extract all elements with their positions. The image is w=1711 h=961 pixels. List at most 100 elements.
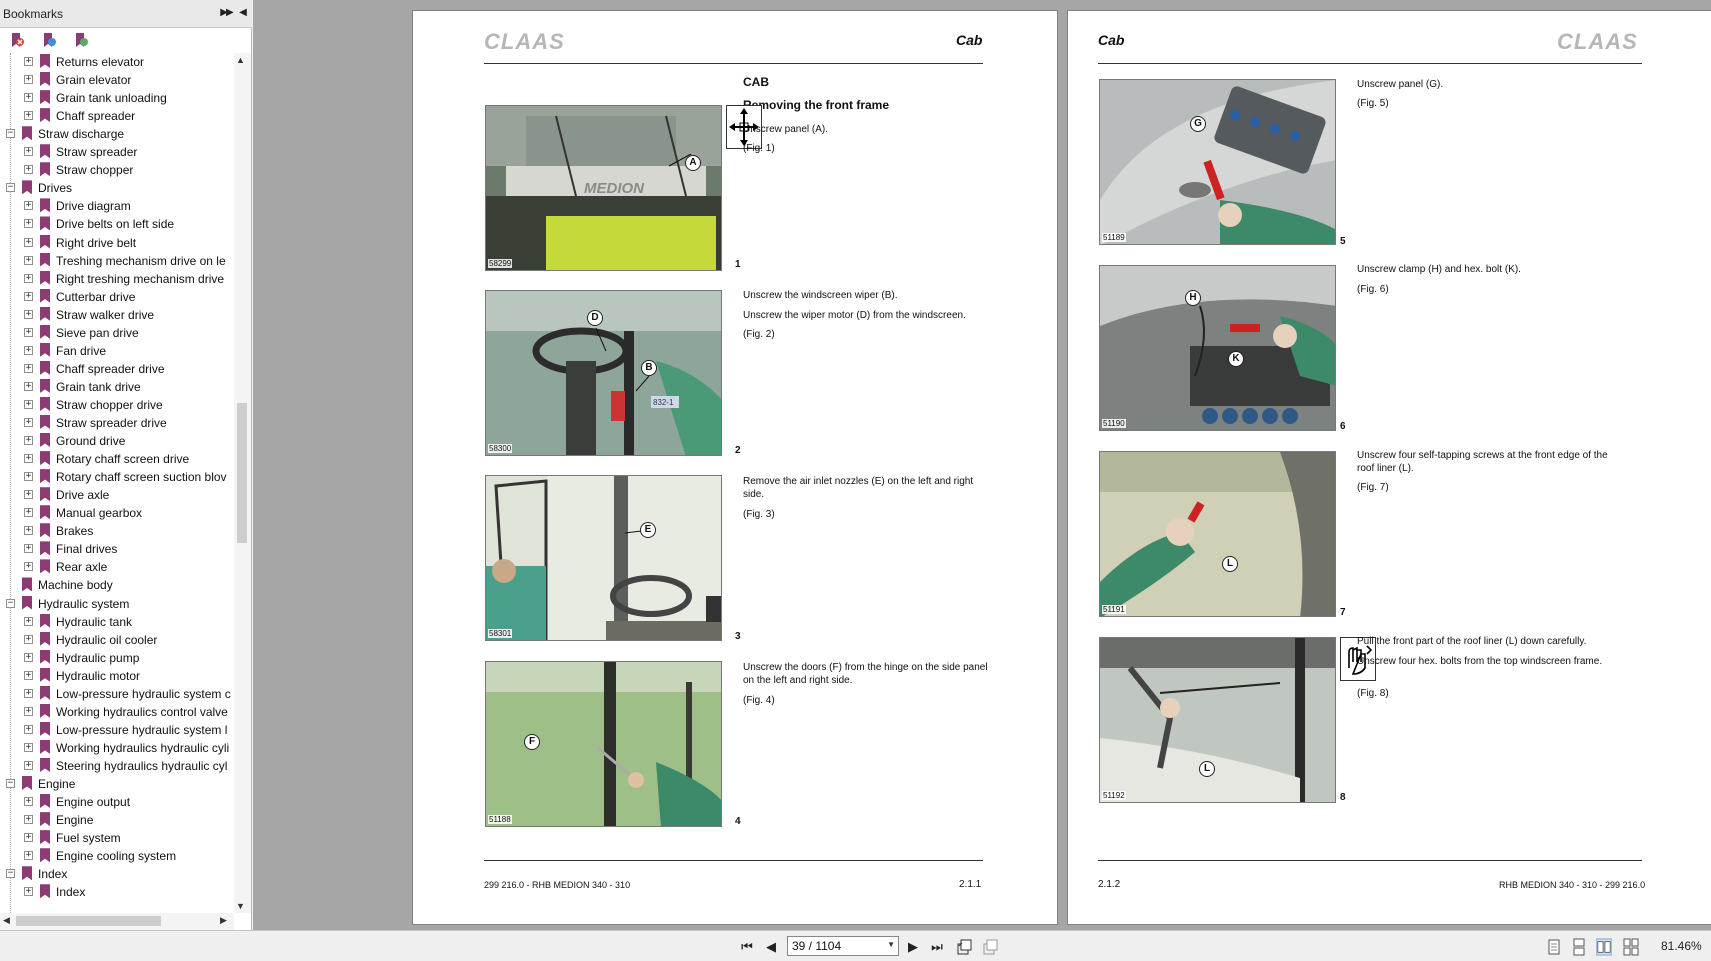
bookmark-item[interactable]: + Ground drive [0, 432, 234, 450]
expand-node-icon[interactable]: + [24, 833, 33, 843]
bookmark-item[interactable]: + Returns elevator [0, 53, 234, 71]
expand-node-icon[interactable]: + [24, 291, 33, 301]
bookmark-item[interactable]: − Engine [0, 775, 234, 793]
continuous-facing-view-icon[interactable] [1623, 938, 1639, 956]
first-page-button[interactable]: ⏮ [738, 938, 756, 956]
collapse-node-icon[interactable]: − [6, 129, 15, 139]
expand-node-icon[interactable]: + [24, 815, 33, 825]
zoom-level[interactable]: 81.46% [1661, 939, 1702, 953]
bookmark-item[interactable]: + Rotary chaff screen drive [0, 450, 234, 468]
expand-node-icon[interactable]: + [24, 797, 33, 807]
bookmark-item[interactable]: + Working hydraulics hydraulic cyli [0, 739, 234, 757]
bookmark-item[interactable]: + Rear axle [0, 558, 234, 576]
bookmark-item[interactable]: + Drive axle [0, 486, 234, 504]
find-bookmark-icon[interactable] [72, 31, 90, 49]
chevron-down-icon[interactable]: ▼ [887, 940, 895, 949]
collapse-node-icon[interactable]: − [6, 183, 15, 193]
bookmark-item[interactable]: + Fuel system [0, 829, 234, 847]
expand-node-icon[interactable]: + [24, 851, 33, 861]
bookmark-item[interactable]: + Cutterbar drive [0, 288, 234, 306]
delete-bookmark-icon[interactable] [8, 31, 26, 49]
bookmark-item[interactable]: + Chaff spreader [0, 107, 234, 125]
bookmark-item[interactable]: + Chaff spreader drive [0, 360, 234, 378]
expand-node-icon[interactable]: + [24, 165, 33, 175]
bookmarks-vertical-scrollbar[interactable]: ▲ ▼ [234, 53, 251, 913]
expand-node-icon[interactable]: + [24, 363, 33, 373]
expand-node-icon[interactable]: + [24, 616, 33, 626]
bookmark-item[interactable]: + Right drive belt [0, 234, 234, 252]
expand-node-icon[interactable]: + [24, 93, 33, 103]
bookmark-item[interactable]: − Straw discharge [0, 125, 234, 143]
expand-node-icon[interactable]: + [24, 237, 33, 247]
expand-node-icon[interactable]: + [24, 706, 33, 716]
continuous-view-icon[interactable] [1571, 938, 1587, 956]
scroll-thumb[interactable] [237, 403, 247, 543]
expand-node-icon[interactable]: + [24, 309, 33, 319]
bookmark-item[interactable]: + Rotary chaff screen suction blov [0, 468, 234, 486]
bookmark-item[interactable]: Machine body [0, 576, 234, 594]
expand-panel-icon[interactable]: ▶▶ [218, 4, 234, 22]
expand-node-icon[interactable]: + [24, 418, 33, 427]
bookmark-item[interactable]: − Hydraulic system [0, 595, 234, 613]
scroll-left-icon[interactable]: ◀ [3, 915, 10, 926]
expand-node-icon[interactable]: + [24, 652, 33, 662]
bookmark-item[interactable]: + Hydraulic oil cooler [0, 631, 234, 649]
expand-node-icon[interactable]: + [24, 688, 33, 698]
bookmark-item[interactable]: + Engine output [0, 793, 234, 811]
bookmark-item[interactable]: + Drive belts on left side [0, 215, 234, 233]
bookmark-item[interactable]: + Brakes [0, 522, 234, 540]
bookmark-item[interactable]: + Engine cooling system [0, 847, 234, 865]
expand-node-icon[interactable]: + [24, 562, 33, 572]
bookmark-item[interactable]: + Steering hydraulics hydraulic cyl [0, 757, 234, 775]
expand-node-icon[interactable]: + [24, 508, 33, 518]
collapse-node-icon[interactable]: − [6, 779, 15, 788]
bookmark-item[interactable]: + Grain tank drive [0, 378, 234, 396]
bookmark-item[interactable]: + Right treshing mechanism drive [0, 270, 234, 288]
bookmark-item[interactable]: + Straw chopper [0, 161, 234, 179]
collapse-panel-icon[interactable]: ◀ [236, 4, 250, 22]
bookmark-item[interactable]: + Grain elevator [0, 71, 234, 89]
bookmark-item[interactable]: + Index [0, 883, 234, 901]
expand-node-icon[interactable]: + [24, 255, 33, 265]
scroll-up-icon[interactable]: ▲ [236, 55, 245, 65]
bookmark-item[interactable]: + Drive diagram [0, 197, 234, 215]
bookmark-item[interactable]: + Sieve pan drive [0, 324, 234, 342]
bookmark-item[interactable]: + Hydraulic motor [0, 667, 234, 685]
expand-node-icon[interactable]: + [24, 273, 33, 283]
bookmark-item[interactable]: + Straw spreader drive [0, 414, 234, 432]
bookmark-item[interactable]: + Straw chopper drive [0, 396, 234, 414]
bookmark-item[interactable]: − Drives [0, 179, 234, 197]
bookmark-item[interactable]: + Final drives [0, 540, 234, 558]
expand-node-icon[interactable]: + [24, 399, 33, 409]
expand-node-icon[interactable]: + [24, 760, 33, 770]
scroll-down-icon[interactable]: ▼ [236, 901, 245, 911]
bookmark-item[interactable]: + Engine [0, 811, 234, 829]
expand-node-icon[interactable]: + [24, 887, 33, 897]
collapse-node-icon[interactable]: − [6, 598, 15, 608]
bookmark-item[interactable]: − Index [0, 865, 234, 883]
expand-node-icon[interactable]: + [24, 472, 33, 482]
bookmark-item[interactable]: + Hydraulic pump [0, 649, 234, 667]
expand-node-icon[interactable]: + [24, 490, 33, 500]
expand-node-icon[interactable]: + [24, 381, 33, 391]
expand-node-icon[interactable]: + [24, 327, 33, 337]
expand-node-icon[interactable]: + [24, 526, 33, 536]
bookmark-item[interactable]: + Low-pressure hydraulic system l [0, 721, 234, 739]
collapse-node-icon[interactable]: − [6, 869, 15, 879]
expand-node-icon[interactable]: + [24, 57, 33, 66]
expand-node-icon[interactable]: + [24, 724, 33, 734]
bookmark-item[interactable]: + Straw walker drive [0, 306, 234, 324]
facing-view-icon[interactable] [1596, 938, 1612, 956]
page-number-field[interactable]: 39 / 1104 ▼ [787, 936, 899, 956]
expand-node-icon[interactable]: + [24, 345, 33, 355]
expand-node-icon[interactable]: + [24, 219, 33, 229]
single-page-view-icon[interactable] [1546, 938, 1562, 956]
bookmark-item[interactable]: + Treshing mechanism drive on le [0, 252, 234, 270]
bookmark-item[interactable]: + Grain tank unloading [0, 89, 234, 107]
previous-page-button[interactable]: ◀ [762, 938, 780, 956]
scroll-thumb-horizontal[interactable] [16, 916, 161, 926]
bookmark-item[interactable]: + Fan drive [0, 342, 234, 360]
bookmark-item[interactable]: + Straw spreader [0, 143, 234, 161]
new-bookmark-icon[interactable] [40, 31, 58, 49]
expand-node-icon[interactable]: + [24, 201, 33, 211]
